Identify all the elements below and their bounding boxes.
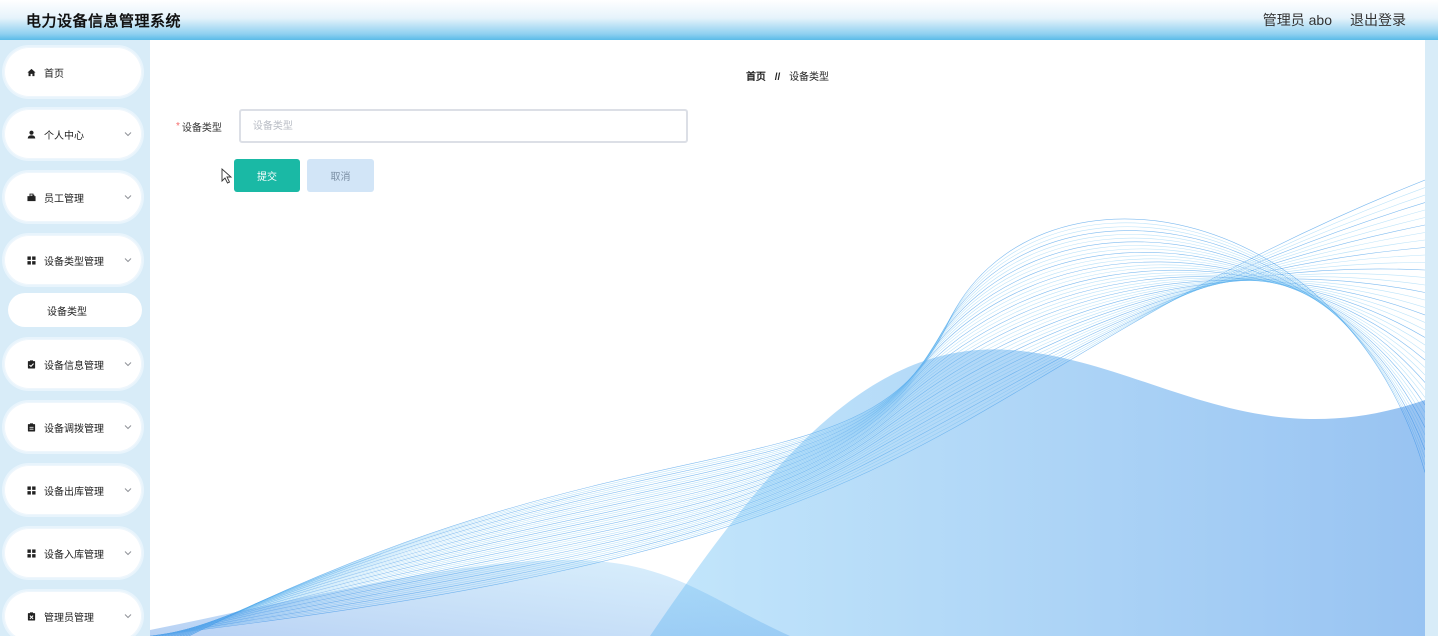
breadcrumb-separator: // [774, 72, 781, 83]
mouse-cursor-icon [221, 168, 233, 184]
sidebar-item-home[interactable]: 首页 [4, 47, 142, 97]
clipboard-check-icon [26, 359, 36, 369]
device-type-label: 设备类型 [181, 122, 222, 134]
grid-icon [26, 255, 36, 265]
sidebar-item-label: 管理员管理 [44, 612, 94, 624]
required-mark: * [176, 120, 180, 132]
sidebar-item-device-info-mgmt[interactable]: 设备信息管理 [4, 339, 142, 389]
clipboard-x-icon [26, 611, 36, 621]
chevron-down-icon [124, 551, 132, 556]
chevron-down-icon [124, 614, 132, 619]
chevron-down-icon [124, 488, 132, 493]
chevron-down-icon [124, 425, 132, 430]
top-header: 电力设备信息管理系统 管理员 abo 退出登录 [0, 0, 1438, 40]
sidebar-item-profile[interactable]: 个人中心 [4, 109, 142, 159]
breadcrumb-current: 设备类型 [789, 72, 830, 83]
sidebar-item-device-type-mgmt[interactable]: 设备类型管理 [4, 235, 142, 285]
cancel-button[interactable]: 取消 [307, 159, 374, 192]
sidebar-item-staff[interactable]: 员工管理 [4, 172, 142, 222]
sidebar-item-label: 设备类型管理 [44, 256, 104, 268]
right-edge-strip [1425, 40, 1438, 636]
chevron-down-icon [124, 362, 132, 367]
sidebar-item-label: 个人中心 [44, 130, 84, 142]
briefcase-icon [26, 192, 36, 202]
sidebar-item-label: 首页 [44, 68, 64, 80]
clipboard-list-icon [26, 422, 36, 432]
header-user-area: 管理员 abo 退出登录 [1263, 10, 1406, 30]
sidebar: 首页 个人中心 员工管理 设备类型管理 设备类型 设备信息管理 设备调拨管理 设… [0, 40, 150, 636]
logout-link[interactable]: 退出登录 [1350, 10, 1406, 30]
wave-band-small [150, 560, 790, 636]
breadcrumb: 首页 // 设备类型 [150, 68, 1425, 83]
device-type-input[interactable] [238, 109, 688, 143]
grid-icon [26, 548, 36, 558]
submit-button[interactable]: 提交 [234, 159, 300, 192]
sidebar-subitem-device-type[interactable]: 设备类型 [8, 293, 142, 327]
sidebar-item-admin-mgmt[interactable]: 管理员管理 [4, 591, 142, 636]
sidebar-item-device-inbound-mgmt[interactable]: 设备入库管理 [4, 528, 142, 578]
sidebar-item-label: 设备调拨管理 [44, 423, 104, 435]
grid-icon [26, 485, 36, 495]
main-content: 首页 // 设备类型 * 设备类型 提交 取消 [150, 40, 1425, 636]
sidebar-item-device-transfer-mgmt[interactable]: 设备调拨管理 [4, 402, 142, 452]
sidebar-item-device-outbound-mgmt[interactable]: 设备出库管理 [4, 465, 142, 515]
sidebar-item-label: 设备信息管理 [44, 360, 104, 372]
app-title: 电力设备信息管理系统 [26, 12, 182, 30]
home-icon [26, 67, 36, 77]
sidebar-item-label: 员工管理 [44, 193, 84, 205]
chevron-down-icon [124, 132, 132, 137]
chevron-down-icon [124, 258, 132, 263]
wave-band-large [650, 349, 1425, 636]
device-type-form-row: * 设备类型 [176, 109, 688, 143]
sidebar-item-label: 设备入库管理 [44, 549, 104, 561]
breadcrumb-home[interactable]: 首页 [746, 72, 766, 83]
current-user-label: 管理员 abo [1262, 12, 1332, 28]
sidebar-subitem-label: 设备类型 [47, 306, 87, 318]
user-icon [26, 129, 36, 139]
sidebar-item-label: 设备出库管理 [44, 486, 104, 498]
chevron-down-icon [124, 195, 132, 200]
